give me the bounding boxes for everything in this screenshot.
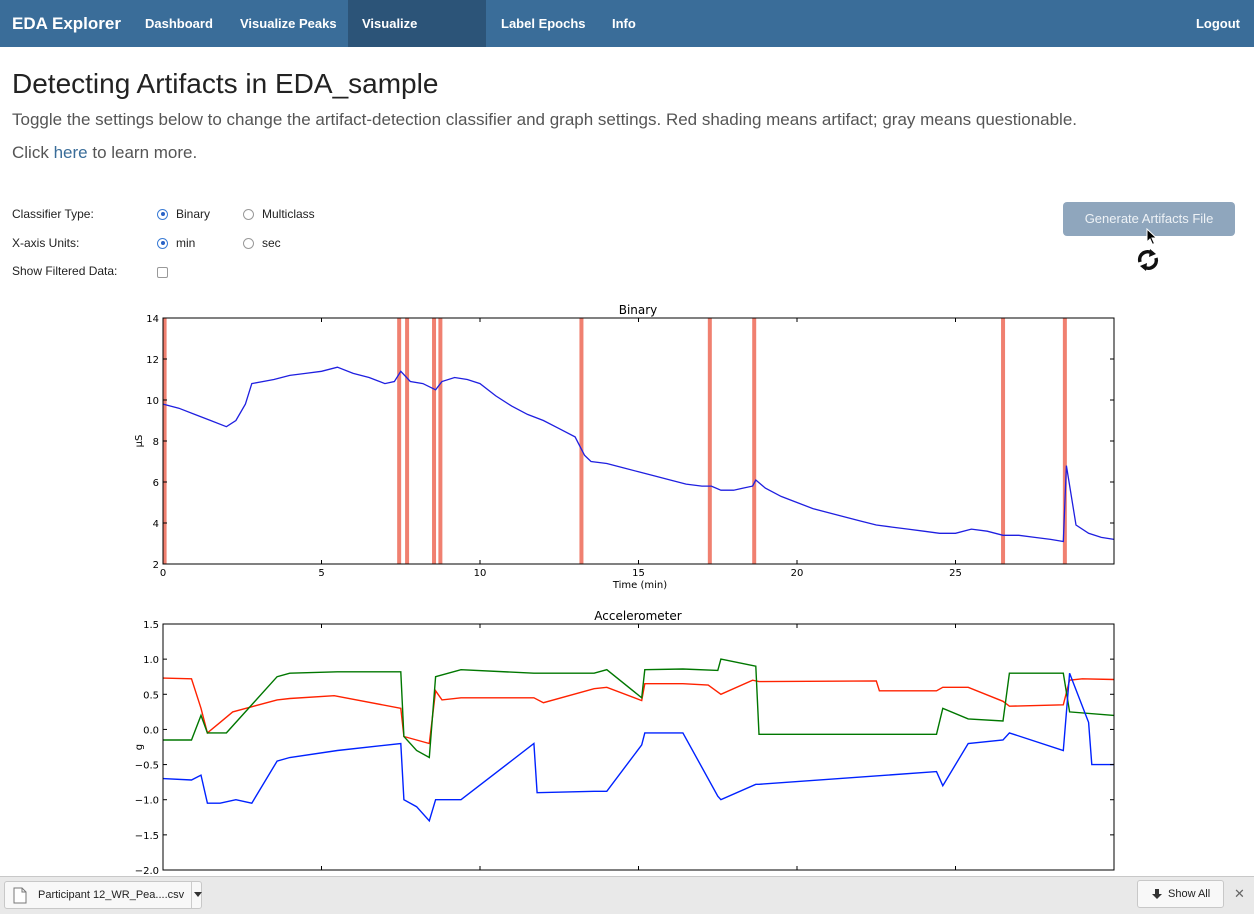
y-tick-label: 1.0 xyxy=(143,655,159,666)
acc-x-ticks xyxy=(162,624,956,870)
eda-series-line xyxy=(162,366,1115,543)
artifact-band xyxy=(752,318,757,564)
download-arrow-icon xyxy=(1152,889,1162,899)
charts-area: Binary 2468101214 0 5 10 15 20 25 Time (min) … xyxy=(134,303,1115,876)
y-tick-label: −2.0 xyxy=(135,866,159,876)
eda-x-axis-label: Time (min) xyxy=(612,580,667,591)
artifact-bands xyxy=(162,318,1067,564)
y-tick-label: −0.5 xyxy=(135,761,159,772)
artifact-band xyxy=(707,318,712,564)
y-tick-label: −1.0 xyxy=(135,796,159,807)
artifact-band xyxy=(438,318,443,564)
y-tick-label: −1.5 xyxy=(135,831,159,842)
acc-plot-frame xyxy=(162,623,1115,871)
artifact-band xyxy=(432,318,437,564)
y-tick-label: 0.0 xyxy=(143,725,159,736)
artifact-band xyxy=(397,318,402,564)
file-icon xyxy=(13,887,27,904)
acc-red-line xyxy=(162,677,1115,745)
show-all-label: Show All xyxy=(1168,888,1211,900)
x-tick-label: 5 xyxy=(318,568,324,579)
y-tick-label: 0.5 xyxy=(143,690,159,701)
x-tick-label: 0 xyxy=(160,568,166,579)
acc-y-ticks: −2.0 −1.5 −1.0 −0.5 0.0 0.5 1.0 1.5 xyxy=(135,620,1114,876)
x-tick-label: 20 xyxy=(791,568,804,579)
y-tick-label: 4 xyxy=(153,519,159,530)
download-filename: Participant 12_WR_Pea....csv xyxy=(38,889,185,901)
download-divider xyxy=(191,882,192,908)
y-tick-label: 10 xyxy=(146,396,159,407)
artifact-band xyxy=(1001,318,1006,564)
download-bar: Participant 12_WR_Pea....csv xyxy=(0,876,1254,914)
download-item[interactable]: Participant 12_WR_Pea....csv xyxy=(4,881,202,909)
y-tick-label: 1.5 xyxy=(143,620,159,631)
y-tick-label: 6 xyxy=(153,478,159,489)
y-tick-label: 12 xyxy=(146,355,159,366)
eda-plot-frame xyxy=(162,317,1115,565)
eda-chart: Binary 2468101214 0 5 10 15 20 25 Time (min) … xyxy=(134,303,1115,591)
eda-y-axis-label: μS xyxy=(134,435,145,448)
x-tick-label: 10 xyxy=(474,568,487,579)
eda-chart-title: Binary xyxy=(619,303,658,317)
show-all-button[interactable]: Show All xyxy=(1137,880,1224,908)
y-tick-label: 8 xyxy=(153,437,159,448)
accelerometer-chart: Accelerometer −2.0 −1.5 −1.0 −0.5 0.0 0.5 1.0 1… xyxy=(134,609,1115,876)
artifact-band xyxy=(579,318,584,564)
eda-y-ticks: 2 4 6 8 10 12 14 xyxy=(146,314,1114,571)
x-tick-label: 25 xyxy=(949,568,962,579)
acc-chart-title: Accelerometer xyxy=(594,609,681,623)
eda-x-ticks: 0 5 10 15 20 25 xyxy=(160,318,962,579)
x-tick-label: 15 xyxy=(632,568,645,579)
acc-series-lines xyxy=(162,658,1115,823)
artifact-band xyxy=(405,318,410,564)
dropdown-arrow-icon[interactable] xyxy=(194,892,202,898)
y-tick-label: 14 xyxy=(146,314,159,325)
acc-y-axis-label: g xyxy=(134,744,145,750)
close-download-bar-icon[interactable]: ✕ xyxy=(1234,886,1245,902)
y-tick-label: 2 xyxy=(153,560,159,571)
